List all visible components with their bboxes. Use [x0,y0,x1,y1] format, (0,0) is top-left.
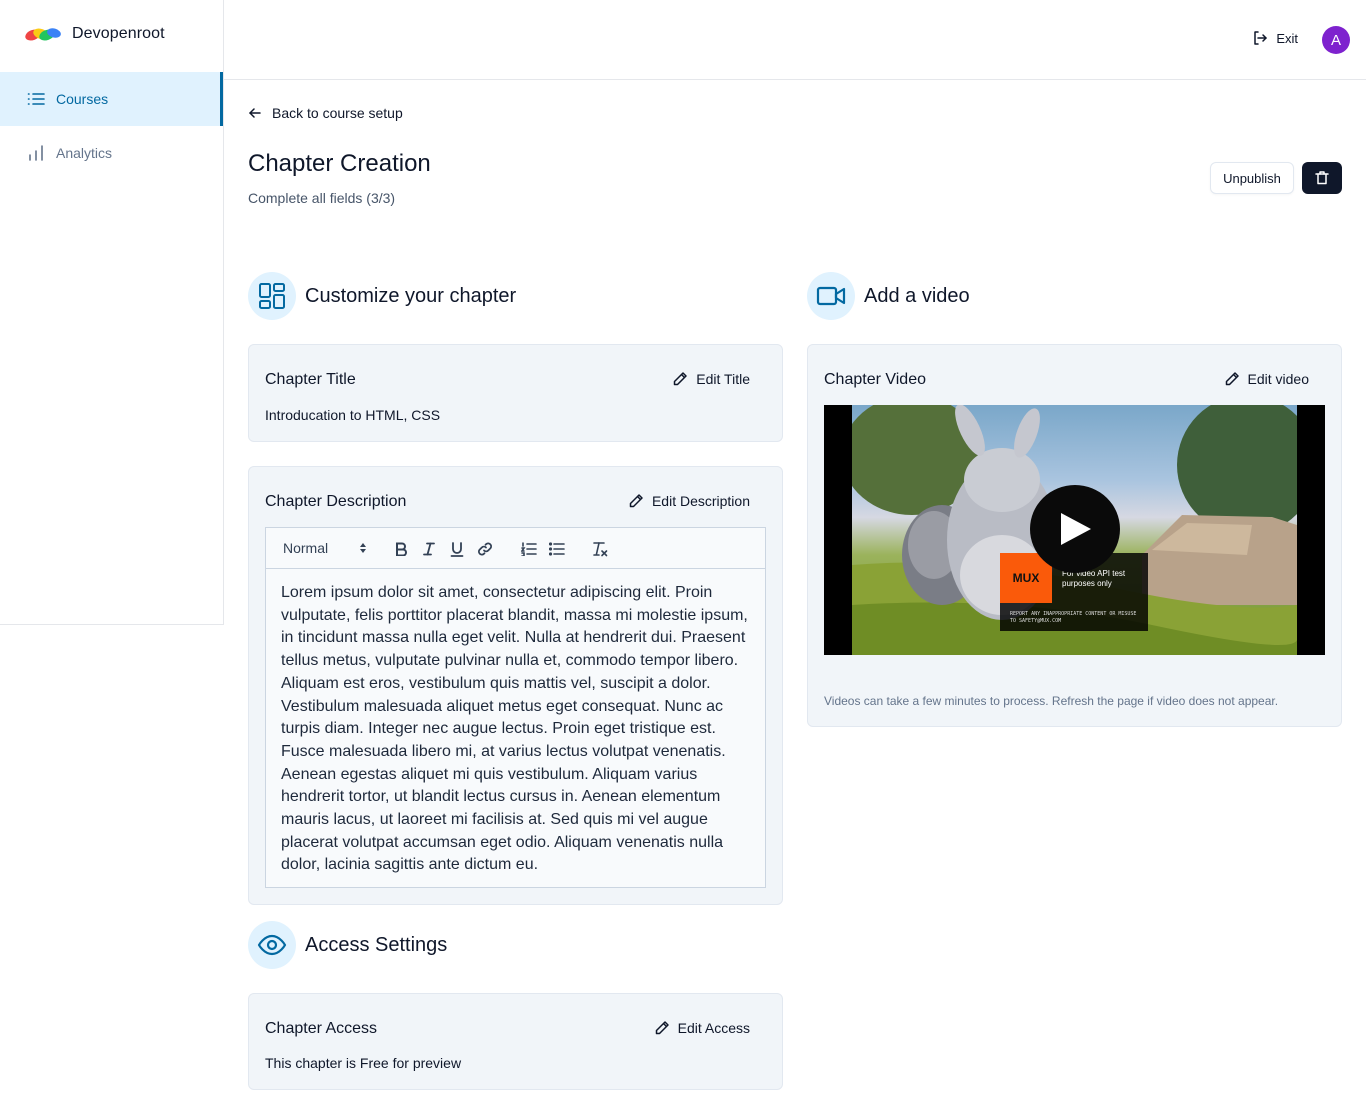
video-player[interactable]: MUX For video API test purposes only REP… [824,405,1325,655]
edit-label: Edit video [1247,371,1309,387]
video-section-header: Add a video [807,272,970,320]
edit-label: Edit Description [651,493,750,509]
top-bar: Exit A [224,0,1366,80]
section-title: Access Settings [305,933,448,956]
sidebar-item-analytics[interactable]: Analytics [0,126,223,180]
chapter-access-card: Chapter Access Edit Access This chapter … [248,993,783,1090]
logo-icon [25,28,61,41]
card-label: Chapter Title [265,371,356,388]
chapter-access-value: This chapter is Free for preview [265,1055,462,1071]
section-title: Add a video [864,284,970,307]
chapter-title-card: Chapter Title Edit Title Introducation t… [248,344,783,442]
layout-dashboard-icon [248,272,296,320]
chapter-title-value: Introducation to HTML, CSS [265,407,441,423]
play-button[interactable] [1030,485,1120,573]
edit-description-button[interactable]: Edit Description [628,493,750,509]
edit-access-button[interactable]: Edit Access [654,1020,750,1036]
access-section-header: Access Settings [248,921,447,969]
edit-title-button[interactable]: Edit Title [672,371,750,387]
brand-name: Devopenroot [72,25,165,42]
card-label: Chapter Video [824,371,926,388]
section-title: Customize your chapter [305,284,517,307]
log-out-icon [1254,31,1268,45]
arrow-left-icon [249,108,261,118]
description-editor-content[interactable]: Lorem ipsum dolor sit amet, consectetur … [266,569,765,890]
completion-text: Complete all fields (3/3) [248,190,396,206]
rich-text-editor: Normal Lorem ipsum dolor sit amet, conse… [265,527,766,888]
link-icon[interactable] [475,539,495,559]
page-title: Chapter Creation [248,150,431,177]
trash-icon [1315,171,1329,185]
underline-icon[interactable] [447,539,467,559]
back-to-course-setup-link[interactable]: Back to course setup [248,105,403,121]
sidebar: Devopenroot Courses Analytics [0,0,224,625]
card-label: Chapter Description [265,493,407,510]
chapter-description-card: Chapter Description Edit Description Nor… [248,466,783,905]
format-select[interactable]: Normal [283,540,373,556]
exit-button[interactable]: Exit [1252,30,1298,46]
pencil-icon [674,372,688,386]
video-camera-icon [807,272,855,320]
bold-icon[interactable] [391,539,411,559]
mux-report-text: REPORT ANY INAPPROPRIATE CONTENT OR MISU… [1010,611,1137,624]
chapter-video-card: Chapter Video Edit video MUX For video A… [807,344,1342,727]
exit-label: Exit [1276,30,1298,46]
italic-icon[interactable] [419,539,439,559]
card-label: Chapter Access [265,1020,378,1037]
ordered-list-icon[interactable] [519,539,539,559]
delete-button[interactable] [1302,162,1342,194]
pencil-icon [1225,372,1239,386]
back-link-label: Back to course setup [272,105,403,121]
bullet-list-icon[interactable] [547,539,567,559]
bar-chart-icon [29,145,43,161]
avatar[interactable]: A [1322,26,1350,54]
sidebar-item-label: Analytics [56,145,113,161]
video-processing-note: Videos can take a few minutes to process… [824,694,1279,708]
play-icon [1061,513,1091,545]
pencil-icon [655,1021,669,1035]
edit-label: Edit Access [677,1020,750,1036]
sidebar-item-courses[interactable]: Courses [0,72,223,126]
edit-label: Edit Title [696,371,750,387]
list-icon [27,93,45,105]
editor-toolbar: Normal [266,528,765,569]
format-select-value: Normal [283,540,329,556]
customize-section-header: Customize your chapter [248,272,516,320]
sidebar-item-label: Courses [56,91,109,107]
chevron-up-down-icon [360,543,366,553]
unpublish-button[interactable]: Unpublish [1210,162,1294,194]
edit-video-button[interactable]: Edit video [1224,371,1309,387]
clear-format-icon[interactable] [590,539,610,559]
eye-icon [248,921,296,969]
pencil-icon [629,494,643,508]
brand-logo[interactable]: Devopenroot [24,25,165,43]
